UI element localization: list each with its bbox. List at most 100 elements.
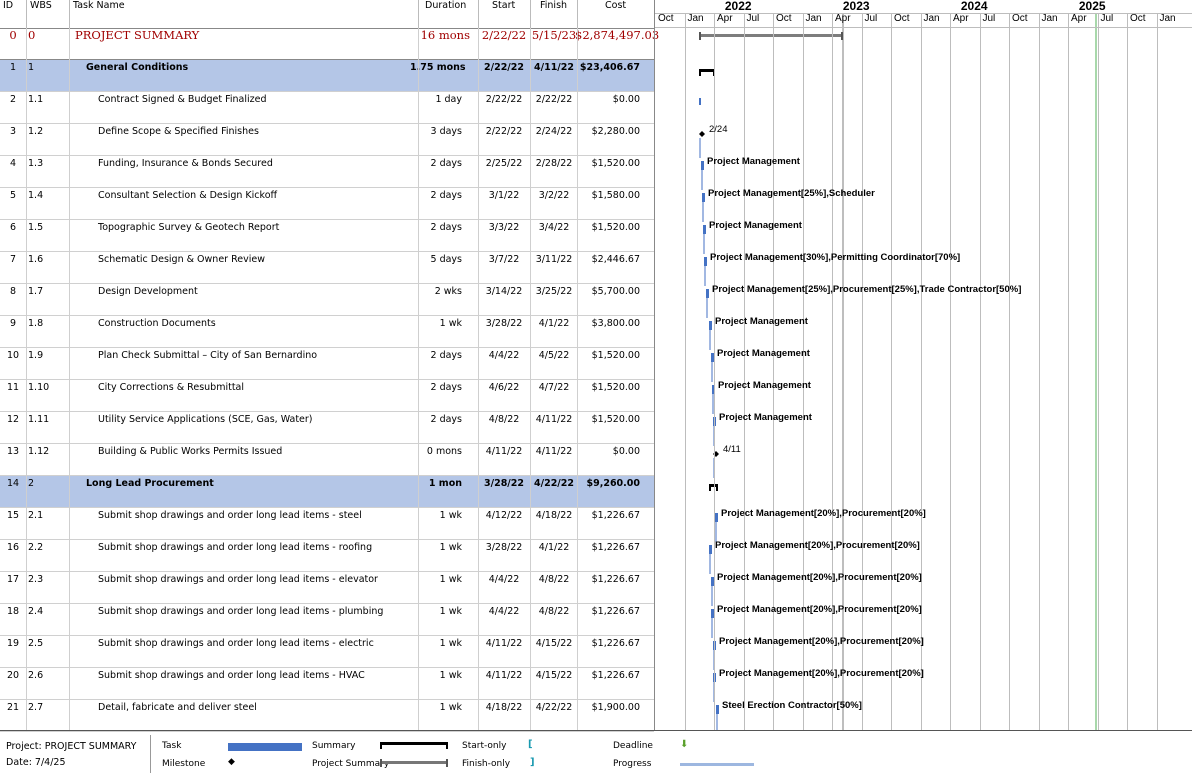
col-header-duration[interactable]: Duration: [425, 0, 466, 12]
cost-cell[interactable]: $1,226.67: [578, 508, 640, 539]
table-row[interactable]: 13 1.12 Building & Public Works Permits Is…: [0, 444, 654, 476]
cost-cell[interactable]: $2,280.00: [578, 124, 640, 155]
finish-cell[interactable]: 4/11/22: [531, 60, 577, 91]
table-row[interactable]: 6 1.5 Topographic Survey & Geotech Report 2…: [0, 220, 654, 252]
start-cell[interactable]: 2/22/22: [478, 92, 530, 123]
task-id-cell[interactable]: 21: [0, 700, 26, 731]
finish-cell[interactable]: 3/4/22: [531, 220, 577, 251]
summary-row[interactable]: 14 2 Long Lead Procurement 1 mon 3/28/22 4/22…: [0, 476, 654, 508]
col-header-wbs[interactable]: WBS: [30, 0, 52, 12]
finish-cell[interactable]: 4/15/22: [531, 636, 577, 667]
task-id-cell[interactable]: 14: [0, 476, 26, 507]
wbs-cell[interactable]: 1.3: [28, 156, 43, 187]
finish-cell[interactable]: 4/1/22: [531, 316, 577, 347]
task-name-cell[interactable]: Consultant Selection & Design Kickoff: [98, 188, 277, 219]
task-id-cell[interactable]: 8: [0, 284, 26, 315]
task-name-cell[interactable]: Topographic Survey & Geotech Report: [98, 220, 279, 251]
start-cell[interactable]: 4/4/22: [478, 604, 530, 635]
table-row[interactable]: 12 1.11 Utility Service Applications (SCE,…: [0, 412, 654, 444]
task-id-cell[interactable]: 10: [0, 348, 26, 379]
cost-cell[interactable]: $1,520.00: [578, 348, 640, 379]
col-header-id[interactable]: ID: [3, 0, 13, 12]
col-header-cost[interactable]: Cost: [605, 0, 626, 12]
task-name-cell[interactable]: Construction Documents: [98, 316, 216, 347]
start-cell[interactable]: 3/28/22: [478, 476, 530, 507]
cost-cell[interactable]: $2,874,497.03: [575, 28, 659, 59]
task-name-cell[interactable]: PROJECT SUMMARY: [75, 28, 199, 59]
task-id-cell[interactable]: 20: [0, 668, 26, 699]
finish-cell[interactable]: 2/22/22: [531, 92, 577, 123]
table-row[interactable]: 18 2.4 Submit shop drawings and order long…: [0, 604, 654, 636]
task-id-cell[interactable]: 2: [0, 92, 26, 123]
start-cell[interactable]: 2/22/22: [478, 60, 530, 91]
cost-cell[interactable]: $3,800.00: [578, 316, 640, 347]
task-name-cell[interactable]: City Corrections & Resubmittal: [98, 380, 244, 411]
start-cell[interactable]: 4/11/22: [478, 444, 530, 475]
finish-cell[interactable]: 4/18/22: [531, 508, 577, 539]
table-row[interactable]: 8 1.7 Design Development 2 wks 3/14/22 3/25/2…: [0, 284, 654, 316]
task-id-cell[interactable]: 6: [0, 220, 26, 251]
start-cell[interactable]: 4/11/22: [478, 636, 530, 667]
finish-cell[interactable]: 4/15/22: [531, 668, 577, 699]
start-cell[interactable]: 4/18/22: [478, 700, 530, 731]
table-row[interactable]: 16 2.2 Submit shop drawings and order long…: [0, 540, 654, 572]
task-id-cell[interactable]: 5: [0, 188, 26, 219]
cost-cell[interactable]: $1,520.00: [578, 156, 640, 187]
table-row[interactable]: 17 2.3 Submit shop drawings and order long…: [0, 572, 654, 604]
finish-cell[interactable]: 4/1/22: [531, 540, 577, 571]
cost-cell[interactable]: $1,520.00: [578, 380, 640, 411]
table-row[interactable]: 11 1.10 City Corrections & Resubmittal 2 da…: [0, 380, 654, 412]
wbs-cell[interactable]: 1.1: [28, 92, 43, 123]
task-id-cell[interactable]: 7: [0, 252, 26, 283]
cost-cell[interactable]: $9,260.00: [578, 476, 641, 507]
start-cell[interactable]: 4/11/22: [478, 668, 530, 699]
cost-cell[interactable]: $1,520.00: [578, 412, 640, 443]
task-name-cell[interactable]: Plan Check Submittal – City of San Berna…: [98, 348, 317, 379]
wbs-cell[interactable]: 2.7: [28, 700, 43, 731]
start-cell[interactable]: 3/1/22: [478, 188, 530, 219]
task-name-cell[interactable]: Utility Service Applications (SCE, Gas, …: [98, 412, 313, 443]
wbs-cell[interactable]: 1.5: [28, 220, 43, 251]
finish-cell[interactable]: 4/8/22: [531, 572, 577, 603]
task-name-cell[interactable]: Schematic Design & Owner Review: [98, 252, 265, 283]
task-name-cell[interactable]: General Conditions: [86, 60, 188, 91]
wbs-cell[interactable]: 1: [28, 60, 34, 91]
task-name-cell[interactable]: Long Lead Procurement: [86, 476, 214, 507]
table-row[interactable]: 7 1.6 Schematic Design & Owner Review 5 day…: [0, 252, 654, 284]
start-cell[interactable]: 3/7/22: [478, 252, 530, 283]
task-id-cell[interactable]: 19: [0, 636, 26, 667]
wbs-cell[interactable]: 1.9: [28, 348, 43, 379]
wbs-cell[interactable]: 0: [28, 28, 35, 59]
finish-cell[interactable]: 4/5/22: [531, 348, 577, 379]
summary-row[interactable]: 1 1 General Conditions 1.75 mons 2/22/22 4/11…: [0, 60, 654, 92]
col-divider[interactable]: [418, 0, 419, 28]
task-id-cell[interactable]: 16: [0, 540, 26, 571]
wbs-cell[interactable]: 2.3: [28, 572, 43, 603]
col-header-start[interactable]: Start: [492, 0, 515, 12]
task-name-cell[interactable]: Submit shop drawings and order long lead…: [98, 668, 365, 699]
task-id-cell[interactable]: 3: [0, 124, 26, 155]
table-row[interactable]: 4 1.3 Funding, Insurance & Bonds Secured 2 …: [0, 156, 654, 188]
start-cell[interactable]: 4/4/22: [478, 348, 530, 379]
task-name-cell[interactable]: Submit shop drawings and order long lead…: [98, 508, 362, 539]
task-id-cell[interactable]: 12: [0, 412, 26, 443]
finish-cell[interactable]: 2/28/22: [531, 156, 577, 187]
cost-cell[interactable]: $0.00: [578, 92, 640, 123]
wbs-cell[interactable]: 1.4: [28, 188, 43, 219]
col-divider[interactable]: [478, 0, 479, 28]
task-name-cell[interactable]: Detail, fabricate and deliver steel: [98, 700, 257, 731]
wbs-cell[interactable]: 1.8: [28, 316, 43, 347]
table-row[interactable]: 9 1.8 Construction Documents 1 wk 3/28/22 4/1…: [0, 316, 654, 348]
start-cell[interactable]: 3/28/22: [478, 316, 530, 347]
task-name-cell[interactable]: Submit shop drawings and order long lead…: [98, 572, 378, 603]
table-row[interactable]: 15 2.1 Submit shop drawings and order long…: [0, 508, 654, 540]
task-id-cell[interactable]: 13: [0, 444, 26, 475]
task-name-cell[interactable]: Submit shop drawings and order long lead…: [98, 540, 372, 571]
wbs-cell[interactable]: 1.11: [28, 412, 49, 443]
col-divider[interactable]: [577, 0, 578, 28]
task-id-cell[interactable]: 15: [0, 508, 26, 539]
cost-cell[interactable]: $1,520.00: [578, 220, 640, 251]
task-name-cell[interactable]: Submit shop drawings and order long lead…: [98, 636, 374, 667]
finish-cell[interactable]: 3/2/22: [531, 188, 577, 219]
cost-cell[interactable]: $2,446.67: [578, 252, 640, 283]
